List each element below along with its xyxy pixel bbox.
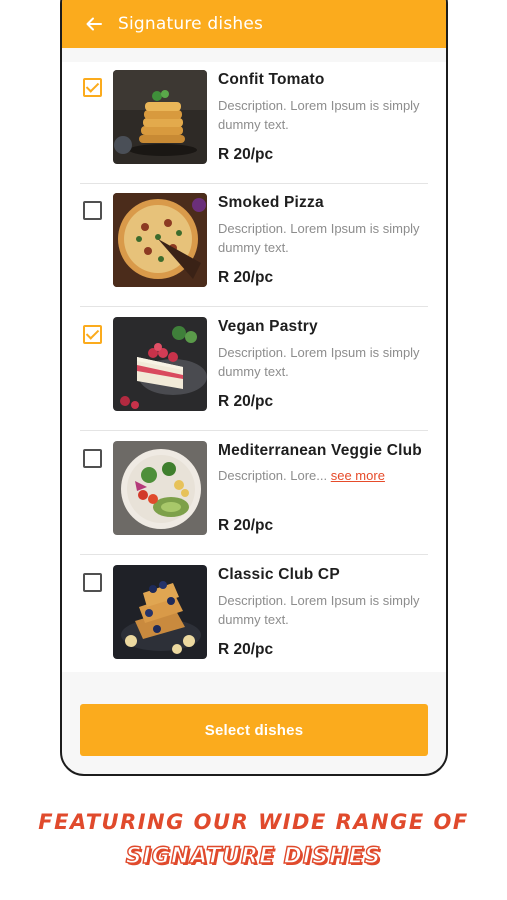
tagline-line1: FEATURING OUR WIDE RANGE OF: [38, 810, 469, 834]
dish-checkbox[interactable]: [83, 78, 102, 97]
dish-item[interactable]: Classic Club CP Description. Lorem Ipsum…: [62, 565, 446, 689]
dish-list: Confit Tomato Description. Lorem Ipsum i…: [62, 62, 446, 672]
dish-price: R 20/pc: [218, 393, 274, 410]
dish-item[interactable]: Mediterranean Veggie Club Description. L…: [62, 441, 446, 565]
dish-image: [113, 70, 207, 164]
dish-name: Mediterranean Veggie Club: [218, 442, 422, 459]
dish-price: R 20/pc: [218, 269, 274, 286]
dish-info: Mediterranean Veggie Club Description. L…: [218, 441, 433, 534]
dish-item[interactable]: Vegan Pastry Description. Lorem Ipsum is…: [62, 317, 446, 441]
dish-price: R 20/pc: [218, 641, 274, 658]
dish-name: Smoked Pizza: [218, 194, 324, 211]
dish-info: Confit Tomato Description. Lorem Ipsum i…: [218, 70, 433, 163]
dish-info: Vegan Pastry Description. Lorem Ipsum is…: [218, 317, 433, 410]
dish-image: [113, 565, 207, 659]
dish-name: Vegan Pastry: [218, 318, 318, 335]
dish-description: Description. Lorem Ipsum is simply dummy…: [218, 98, 420, 132]
dish-item[interactable]: Smoked Pizza Description. Lorem Ipsum is…: [62, 193, 446, 317]
app-bar: Signature dishes: [62, 0, 446, 48]
dish-info: Smoked Pizza Description. Lorem Ipsum is…: [218, 193, 433, 286]
dish-item[interactable]: Confit Tomato Description. Lorem Ipsum i…: [62, 70, 446, 194]
divider: [80, 554, 428, 555]
dish-image: [113, 317, 207, 411]
arrow-left-icon[interactable]: [84, 14, 104, 34]
promo-tagline: FEATURING OUR WIDE RANGE OF SIGNATURE DI…: [0, 805, 507, 875]
dish-description: Description. Lorem Ipsum is simply dummy…: [218, 221, 420, 255]
dish-description: Description. Lorem Ipsum is simply dummy…: [218, 593, 420, 627]
dish-description: Description. Lorem Ipsum is simply dummy…: [218, 345, 420, 379]
dish-info: Classic Club CP Description. Lorem Ipsum…: [218, 565, 433, 658]
dish-price: R 20/pc: [218, 517, 274, 534]
phone-frame: Signature dishes Confit Tomato Descripti…: [60, 0, 448, 776]
divider: [80, 183, 428, 184]
dish-checkbox[interactable]: [83, 325, 102, 344]
dish-name: Classic Club CP: [218, 566, 340, 583]
dish-description-text: Description. Lore...: [218, 468, 328, 483]
dish-image: [113, 441, 207, 535]
dish-price: R 20/pc: [218, 146, 274, 163]
page-title: Signature dishes: [118, 14, 264, 34]
select-dishes-button[interactable]: Select dishes: [80, 704, 428, 756]
dish-checkbox[interactable]: [83, 201, 102, 220]
dish-checkbox[interactable]: [83, 573, 102, 592]
tagline-line2: SIGNATURE DISHES: [125, 843, 382, 869]
dish-checkbox[interactable]: [83, 449, 102, 468]
dish-name: Confit Tomato: [218, 71, 325, 88]
divider: [80, 306, 428, 307]
dish-description: Description. Lore... see more: [218, 466, 433, 485]
divider: [80, 430, 428, 431]
see-more-link[interactable]: see more: [331, 468, 385, 483]
dish-image: [113, 193, 207, 287]
